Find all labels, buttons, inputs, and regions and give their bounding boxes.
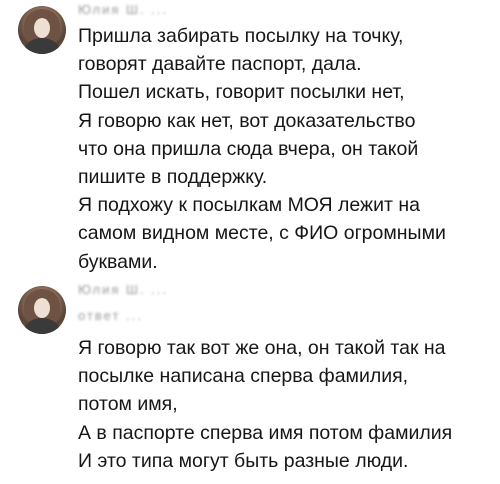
reply-to-label: ответ ... bbox=[78, 308, 143, 323]
comment-text: Я говорю так вот же она, он такой так на… bbox=[78, 337, 453, 472]
author-name[interactable]: Юлия Ш. ... bbox=[78, 2, 168, 18]
avatar[interactable] bbox=[18, 286, 66, 334]
comment-text: Пришла забирать посылку на точку, говоря… bbox=[78, 25, 446, 273]
author-name[interactable]: Юлия Ш. ... bbox=[78, 282, 168, 298]
avatar[interactable] bbox=[18, 6, 66, 54]
